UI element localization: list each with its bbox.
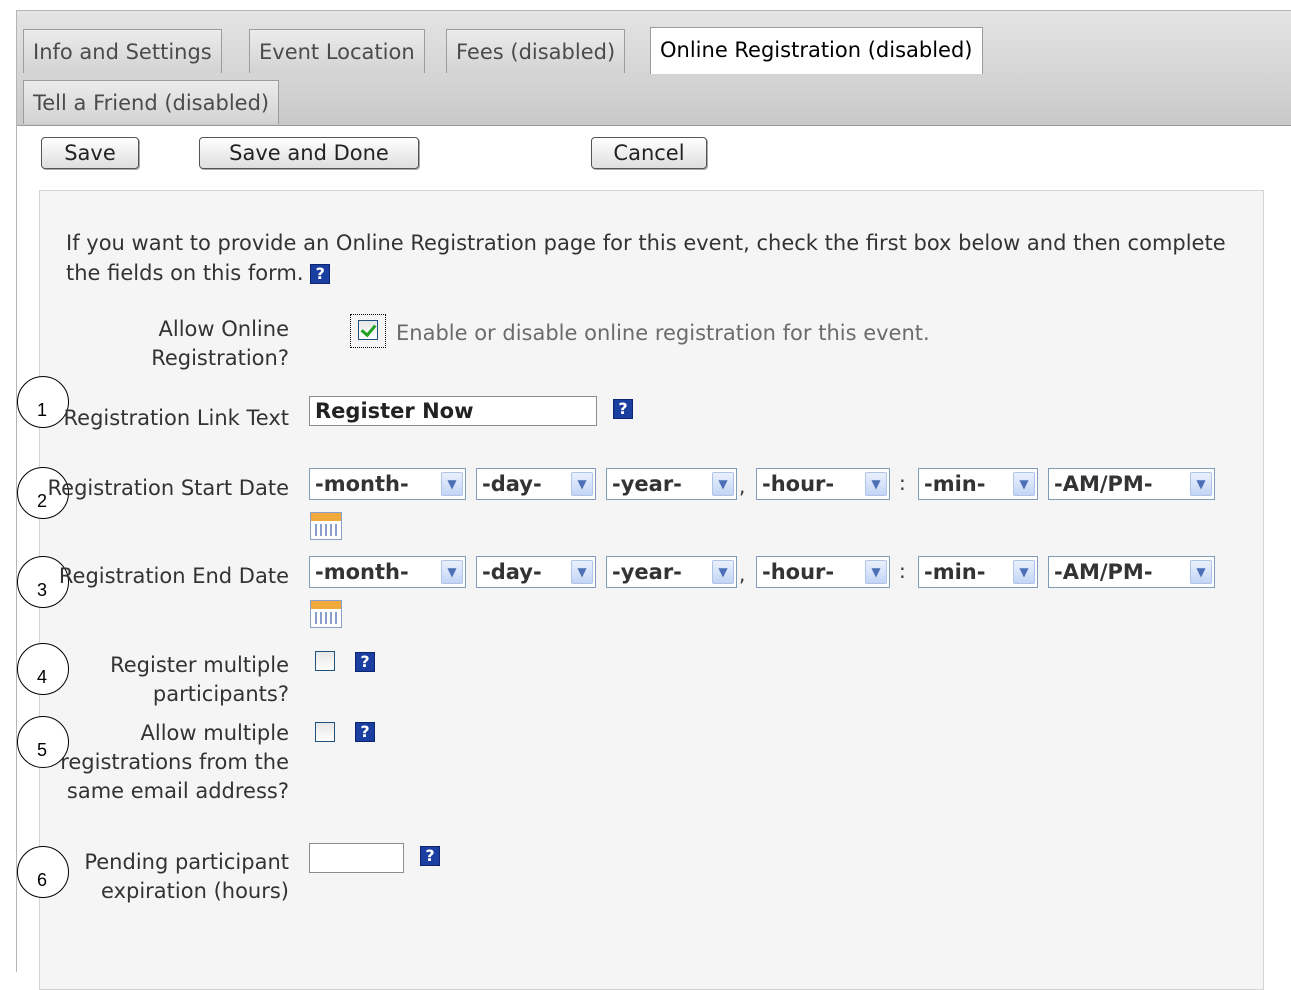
multiple-participants-checkbox[interactable] [315,651,335,671]
link-text-label: Registration Link Text [63,406,289,430]
start-month-value: -month- [315,472,409,496]
start-hour-value: -hour- [762,472,835,496]
time-colon: : [899,559,906,583]
help-icon[interactable]: ? [310,264,331,284]
end-month-select[interactable]: -month- ▼ [309,556,466,588]
save-button[interactable]: Save [41,137,139,169]
date-comma: , [739,474,746,498]
pending-expiration-label: Pending participant expiration (hours) [84,850,289,903]
time-colon: : [899,471,906,495]
chevron-down-icon: ▼ [712,560,734,584]
pending-expiration-input[interactable] [309,843,404,873]
start-hour-select[interactable]: -hour- ▼ [756,468,890,500]
end-hour-value: -hour- [762,560,835,584]
help-icon[interactable]: ? [355,652,375,672]
start-ampm-select[interactable]: -AM/PM- ▼ [1048,468,1215,500]
intro-text: If you want to provide an Online Registr… [66,228,1266,288]
calendar-header [311,601,341,609]
chevron-down-icon: ▼ [1013,560,1035,584]
start-date-label: Registration Start Date [47,476,289,500]
end-ampm-value: -AM/PM- [1054,560,1153,584]
chevron-down-icon: ▼ [441,472,463,496]
end-min-select[interactable]: -min- ▼ [918,556,1038,588]
multiple-registrations-label: Allow multiple registrations from the sa… [60,721,289,803]
end-day-select[interactable]: -day- ▼ [476,556,596,588]
end-date-label: Registration End Date [58,564,289,588]
chevron-down-icon: ▼ [441,560,463,584]
multiple-registrations-checkbox[interactable] [315,722,335,742]
calendar-icon[interactable] [310,512,342,540]
start-day-value: -day- [482,472,542,496]
end-ampm-select[interactable]: -AM/PM- ▼ [1048,556,1215,588]
chevron-down-icon: ▼ [571,472,593,496]
tab-tell-a-friend[interactable]: Tell a Friend (disabled) [23,80,280,124]
allow-online-label: Allow Online Registration? [151,317,289,370]
tab-online-registration[interactable]: Online Registration (disabled) [650,27,983,74]
link-text-input[interactable]: Register Now [309,396,597,426]
start-day-select[interactable]: -day- ▼ [476,468,596,500]
save-and-done-button[interactable]: Save and Done [199,137,419,169]
chevron-down-icon: ▼ [1190,472,1212,496]
start-min-value: -min- [924,472,986,496]
chevron-down-icon: ▼ [865,472,887,496]
chevron-down-icon: ▼ [1013,472,1035,496]
date-comma: , [739,562,746,586]
end-year-select[interactable]: -year- ▼ [606,556,737,588]
tab-fees[interactable]: Fees (disabled) [446,29,626,73]
calendar-grid [315,524,337,536]
cancel-button[interactable]: Cancel [591,137,707,169]
help-icon[interactable]: ? [613,399,633,419]
start-min-select[interactable]: -min- ▼ [918,468,1038,500]
end-hour-select[interactable]: -hour- ▼ [756,556,890,588]
help-icon[interactable]: ? [420,846,440,866]
intro-message: If you want to provide an Online Registr… [66,231,1226,285]
start-ampm-value: -AM/PM- [1054,472,1153,496]
calendar-icon[interactable] [310,600,342,628]
chevron-down-icon: ▼ [1190,560,1212,584]
end-day-value: -day- [482,560,542,584]
help-icon[interactable]: ? [355,722,375,742]
start-year-select[interactable]: -year- ▼ [606,468,737,500]
tab-event-location[interactable]: Event Location [249,29,425,73]
tab-info-settings[interactable]: Info and Settings [23,29,222,73]
calendar-header [311,513,341,521]
chevron-down-icon: ▼ [712,472,734,496]
multiple-participants-label: Register multiple participants? [110,653,289,706]
allow-online-description: Enable or disable online registration fo… [396,321,930,345]
end-month-value: -month- [315,560,409,584]
end-year-value: -year- [612,560,682,584]
start-month-select[interactable]: -month- ▼ [309,468,466,500]
end-min-value: -min- [924,560,986,584]
chevron-down-icon: ▼ [571,560,593,584]
calendar-grid [315,612,337,624]
start-year-value: -year- [612,472,682,496]
allow-online-checkbox[interactable] [358,320,378,340]
chevron-down-icon: ▼ [865,560,887,584]
